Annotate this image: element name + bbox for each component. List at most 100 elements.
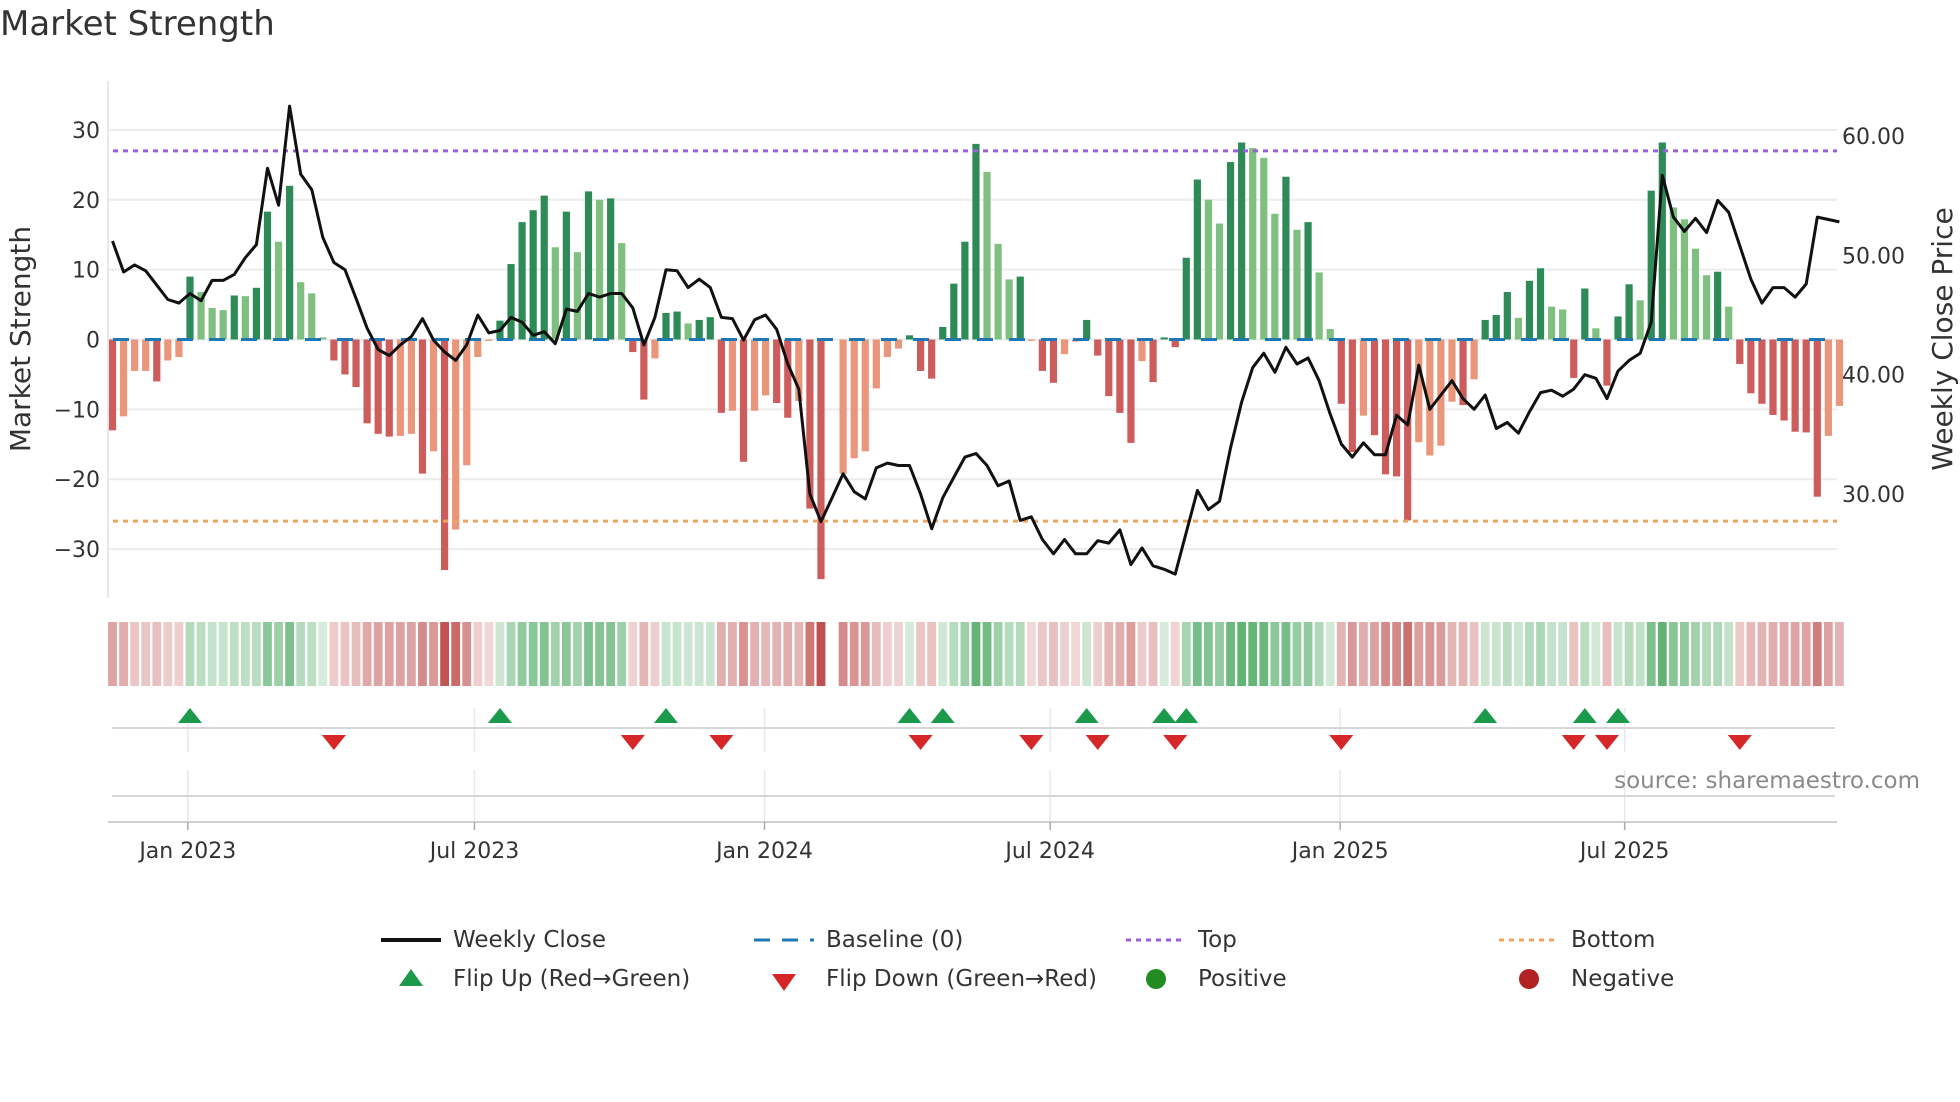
heat-cell	[351, 622, 361, 686]
heat-cell	[1004, 622, 1014, 686]
y-tick-label: −30	[54, 538, 100, 563]
strength-bar	[983, 171, 991, 340]
strength-bar	[1747, 339, 1755, 394]
strength-bar	[1160, 337, 1168, 340]
heat-cell	[1237, 622, 1247, 686]
heat-cell	[440, 622, 449, 686]
flip-up-marker	[930, 708, 955, 723]
strength-bar	[1348, 339, 1356, 452]
strength-bar	[706, 317, 714, 340]
heat-cell	[1281, 622, 1291, 686]
strength-bar	[1758, 339, 1766, 404]
flip-up-marker	[1606, 708, 1631, 723]
heat-cell	[1425, 622, 1435, 686]
heat-cell	[849, 622, 859, 686]
heat-cell	[1381, 622, 1390, 686]
strength-bar	[651, 339, 659, 359]
y2-tick-label: 50.00	[1842, 244, 1905, 269]
strength-bar	[1603, 339, 1611, 386]
flip-down-marker	[1085, 735, 1110, 750]
heat-cell	[705, 622, 715, 686]
strength-bars	[108, 142, 1844, 580]
heat-cell	[1137, 622, 1147, 686]
strength-bar	[1780, 339, 1788, 421]
strength-bar	[1548, 306, 1556, 340]
strength-bar	[208, 308, 216, 340]
heat-cell	[395, 622, 405, 686]
heat-cell	[606, 622, 616, 686]
strength-bar	[750, 339, 759, 411]
strength-bar	[595, 199, 604, 340]
heat-cell	[639, 622, 649, 686]
strength-bar	[252, 287, 261, 340]
dashed-line-swatch-icon	[754, 938, 814, 942]
flip-up-marker	[1152, 708, 1177, 723]
heat-cell	[1259, 622, 1269, 686]
strength-bar	[928, 339, 936, 379]
flip-down-marker	[709, 735, 734, 750]
y2-axis-title: Weekly Close Price	[1926, 207, 1959, 470]
heat-cell	[683, 622, 693, 686]
source-credit: source: sharemaestro.com	[1614, 768, 1920, 794]
legend-item-flip-up: Flip Up (Red→Green)	[381, 961, 690, 997]
strength-bar	[1182, 257, 1190, 340]
strength-bar	[607, 198, 615, 340]
strength-bar	[1016, 276, 1024, 340]
heat-cell	[307, 622, 317, 686]
strength-bar	[817, 339, 825, 580]
heat-cell	[1513, 622, 1523, 686]
strength-bar	[1658, 142, 1666, 340]
heat-cell	[1602, 622, 1612, 686]
heat-cell	[1569, 622, 1579, 686]
strength-bar	[540, 195, 548, 340]
heat-cell	[971, 622, 981, 686]
heat-cell	[1790, 622, 1800, 686]
strength-bar	[573, 252, 582, 340]
strength-bar	[407, 339, 415, 434]
heat-cell	[1370, 622, 1379, 686]
heat-cell	[329, 622, 339, 686]
legend-label: Baseline (0)	[826, 927, 964, 953]
strength-bar	[950, 283, 958, 340]
strength-bar	[640, 339, 648, 400]
heat-cell	[517, 622, 527, 686]
strength-bar	[584, 191, 593, 340]
x-tick-label: Jan 2024	[714, 839, 813, 864]
heat-cell	[1403, 622, 1413, 686]
strength-bar	[330, 339, 338, 361]
heat-cell	[1126, 622, 1136, 686]
heat-cell	[252, 622, 261, 686]
strength-bar	[551, 247, 559, 340]
strength-bar	[673, 311, 681, 340]
strength-bar	[1725, 306, 1733, 340]
strength-bar	[1038, 339, 1046, 371]
heat-cell	[274, 622, 283, 686]
heat-cell	[1270, 622, 1280, 686]
strength-bar	[308, 293, 316, 340]
strength-bar	[1503, 291, 1511, 340]
heat-cell	[916, 622, 926, 686]
strength-bar	[839, 339, 847, 474]
heat-cell	[1325, 622, 1335, 686]
heat-cell	[561, 622, 571, 686]
heat-cell	[573, 622, 582, 686]
heat-cell	[794, 622, 804, 686]
strength-bar	[662, 312, 670, 340]
heat-cell	[883, 622, 892, 686]
strength-bar	[1370, 339, 1379, 436]
strength-bar	[186, 276, 194, 340]
y2-tick-label: 40.00	[1842, 364, 1905, 389]
strength-bar	[994, 243, 1002, 340]
heat-cell	[661, 622, 671, 686]
heat-cell	[728, 622, 737, 686]
strength-bar	[1669, 207, 1677, 340]
strength-bar	[1238, 142, 1246, 340]
heat-cell	[1458, 622, 1468, 686]
strength-bar	[773, 339, 781, 404]
legend-label: Negative	[1571, 966, 1675, 992]
strength-bar	[297, 282, 305, 340]
heat-cell	[384, 622, 394, 686]
strength-bar	[485, 339, 493, 341]
strength-bar	[164, 339, 172, 361]
heat-cell	[960, 622, 970, 686]
